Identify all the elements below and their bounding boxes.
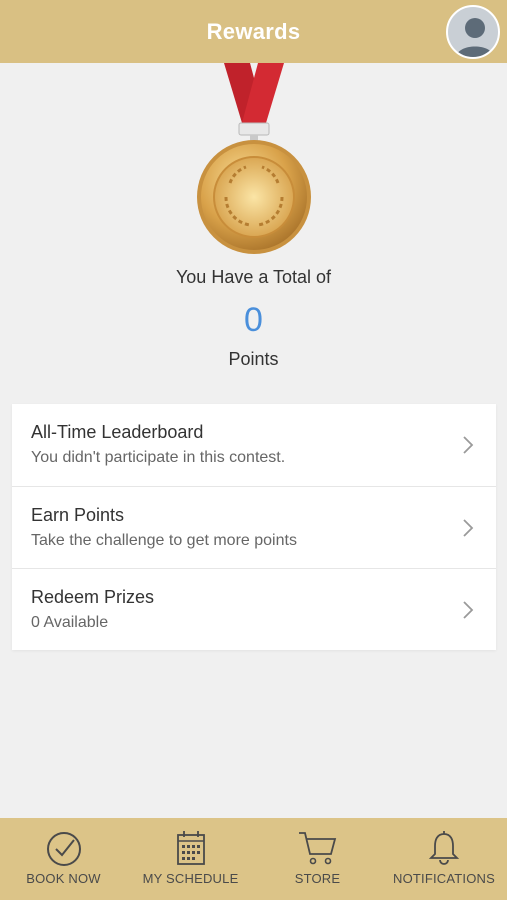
earn-points-subtitle: Take the challenge to get more points bbox=[31, 532, 297, 549]
chevron-right-icon bbox=[463, 601, 474, 619]
medal-image bbox=[190, 63, 318, 258]
chevron-right-icon bbox=[463, 519, 474, 537]
bottom-tab-bar: BOOK NOW MY SCHEDULE STORE NOTIFICATIONS bbox=[0, 818, 507, 900]
earn-points-item[interactable]: Earn Points Take the challenge to get mo… bbox=[12, 486, 496, 568]
redeem-prizes-subtitle: 0 Available bbox=[31, 614, 109, 631]
tab-my-schedule-label: MY SCHEDULE bbox=[142, 871, 239, 886]
tab-store-label: STORE bbox=[294, 871, 341, 886]
tab-my-schedule[interactable]: MY SCHEDULE bbox=[127, 818, 254, 900]
leaderboard-subtitle: You didn't participate in this contest. bbox=[31, 449, 286, 466]
earn-points-title: Earn Points bbox=[31, 505, 125, 525]
redeem-prizes-item[interactable]: Redeem Prizes 0 Available bbox=[12, 568, 496, 650]
redeem-prizes-title: Redeem Prizes bbox=[31, 587, 155, 607]
check-circle-icon bbox=[46, 832, 81, 866]
leaderboard-item[interactable]: All-Time Leaderboard You didn't particip… bbox=[12, 404, 496, 486]
user-icon bbox=[456, 18, 494, 57]
header-bar: Rewards bbox=[0, 0, 507, 63]
tab-book-now-label: BOOK NOW bbox=[26, 871, 101, 886]
tab-store[interactable]: STORE bbox=[254, 818, 381, 900]
bell-icon bbox=[428, 831, 460, 865]
points-unit-label: Points bbox=[228, 349, 279, 369]
tab-book-now[interactable]: BOOK NOW bbox=[0, 818, 127, 900]
rewards-menu-card: All-Time Leaderboard You didn't particip… bbox=[12, 404, 496, 650]
total-label: You Have a Total of bbox=[175, 267, 332, 287]
leaderboard-title: All-Time Leaderboard bbox=[31, 422, 204, 442]
avatar[interactable] bbox=[446, 5, 500, 59]
points-value: 0 bbox=[244, 301, 263, 339]
cart-icon bbox=[298, 832, 336, 865]
calendar-icon bbox=[176, 831, 205, 865]
tab-notifications-label: NOTIFICATIONS bbox=[392, 871, 496, 886]
chevron-right-icon bbox=[463, 436, 474, 454]
page-title: Rewards bbox=[206, 18, 301, 44]
tab-notifications[interactable]: NOTIFICATIONS bbox=[381, 818, 507, 900]
